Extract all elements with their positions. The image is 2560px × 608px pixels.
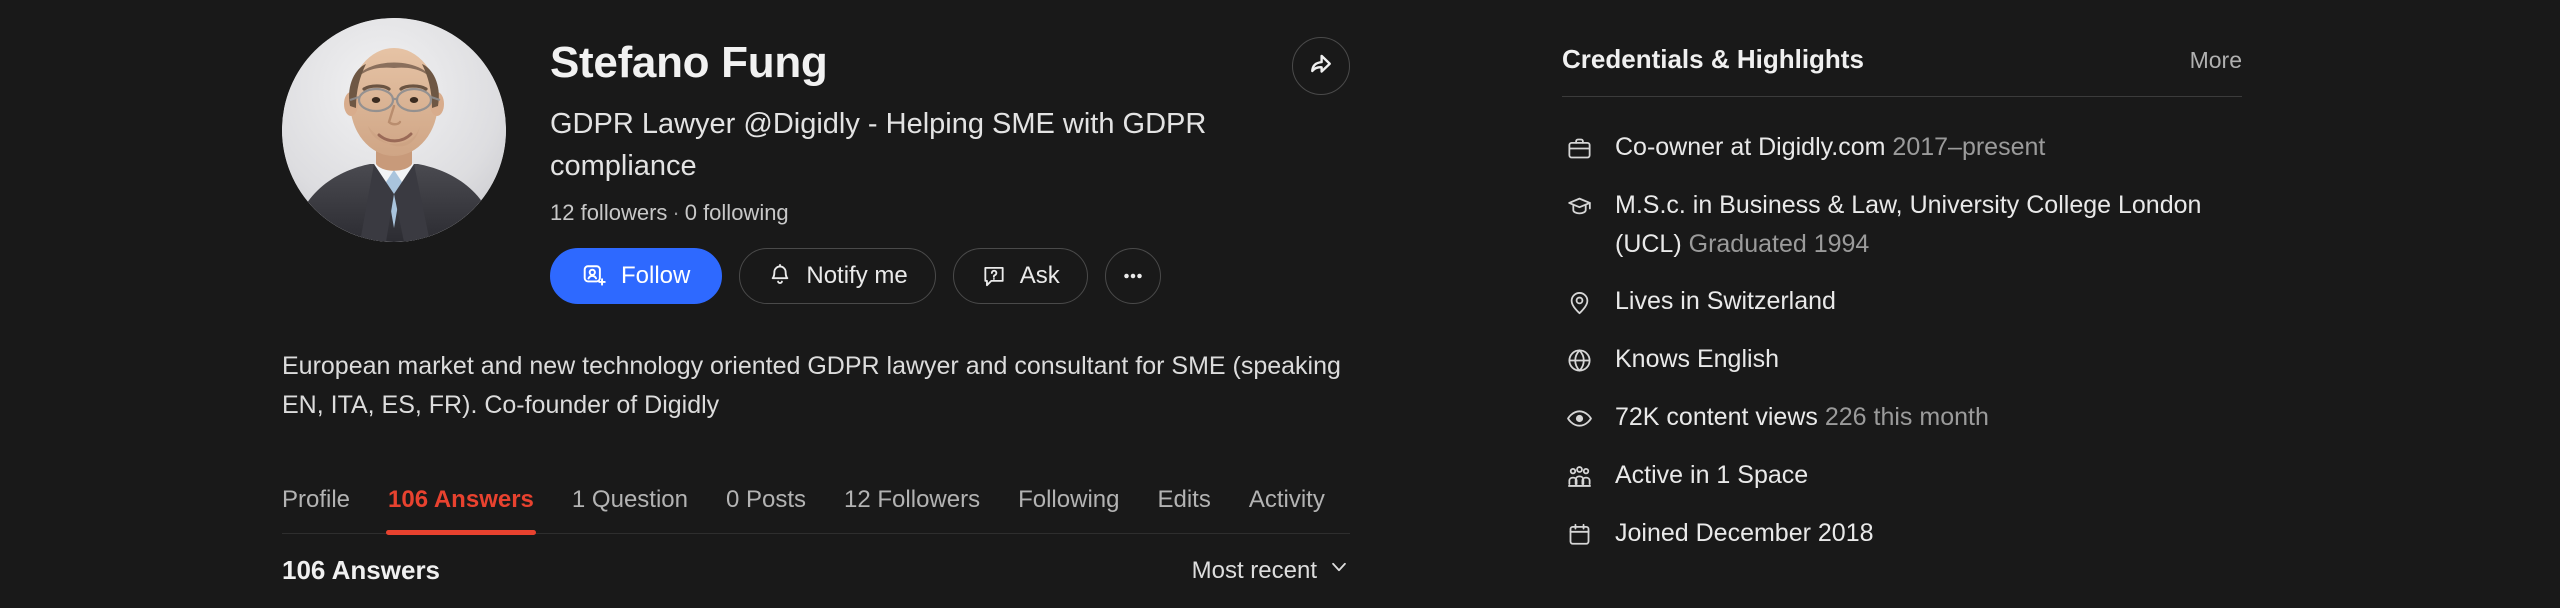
credential-text: Active in 1 Space: [1615, 456, 1808, 495]
notify-me-button-label: Notify me: [806, 262, 908, 289]
follow-button-label: Follow: [621, 262, 691, 289]
people-group-icon: [1562, 456, 1596, 496]
list-item[interactable]: Knows English: [1562, 331, 2262, 389]
tab-profile[interactable]: Profile: [282, 486, 350, 533]
credential-main: Active in 1 Space: [1615, 461, 1809, 489]
question-bubble-icon: [981, 263, 1007, 289]
main-column: Stefano Fung GDPR Lawyer @Digidly - Help…: [0, 0, 1560, 608]
credentials-sidebar: Credentials & Highlights More Co-owner a…: [1562, 0, 2560, 608]
credentials-divider: [1562, 96, 2242, 97]
tab-followers[interactable]: 12 Followers: [844, 486, 980, 533]
profile-header: Stefano Fung GDPR Lawyer @Digidly - Help…: [282, 18, 1382, 304]
person-add-icon: [582, 263, 608, 289]
page-title: Stefano Fung: [550, 38, 828, 87]
profile-bio: European market and new technology orien…: [282, 352, 1341, 419]
list-item[interactable]: M.S.c. in Business & Law, University Col…: [1562, 177, 2262, 273]
credential-main: Co-owner at Digidly.com: [1615, 133, 1886, 161]
credentials-title: Credentials & Highlights: [1562, 44, 1864, 74]
bell-icon: [767, 263, 793, 289]
followers-count[interactable]: 12 followers: [550, 200, 667, 225]
credential-text: Joined December 2018: [1615, 514, 1874, 553]
tab-activity[interactable]: Activity: [1249, 486, 1325, 533]
chevron-down-icon: [1328, 556, 1350, 585]
list-item[interactable]: Joined December 2018: [1562, 505, 2262, 563]
following-count[interactable]: 0 following: [685, 200, 789, 225]
list-item[interactable]: 72K content views 226 this month: [1562, 389, 2262, 447]
profile-headline: GDPR Lawyer @Digidly - Helping SME with …: [550, 108, 1207, 182]
credentials-more-button[interactable]: More: [2190, 47, 2242, 74]
eye-icon: [1562, 398, 1596, 438]
credential-text: Co-owner at Digidly.com 2017–present: [1615, 128, 2045, 167]
tab-answers[interactable]: 106 Answers: [386, 486, 536, 535]
credential-meta: 226 this month: [1824, 403, 1989, 431]
ellipsis-icon: [1120, 263, 1146, 289]
credential-main: Knows English: [1615, 345, 1779, 373]
follower-counts: 12 followers · 0 following: [550, 199, 1382, 227]
briefcase-icon: [1562, 128, 1596, 168]
follow-button[interactable]: Follow: [550, 248, 723, 304]
content-list-header: 106 Answers Most recent: [282, 555, 1350, 586]
profile-tabs: Profile 106 Answers 1 Question 0 Posts 1…: [282, 466, 1350, 535]
credential-main: Joined December 2018: [1615, 519, 1874, 547]
globe-icon: [1562, 340, 1596, 380]
action-buttons: Follow Notify me Ask: [550, 248, 1382, 304]
tab-following[interactable]: Following: [1018, 486, 1119, 533]
credentials-header: Credentials & Highlights More: [1562, 44, 2242, 75]
credential-main: 72K content views: [1615, 403, 1818, 431]
list-item[interactable]: Co-owner at Digidly.com 2017–present: [1562, 119, 2262, 177]
tab-questions[interactable]: 1 Question: [572, 486, 688, 533]
identity-row: Stefano Fung GDPR Lawyer @Digidly - Help…: [282, 18, 1382, 304]
share-arrow-icon: [1306, 49, 1336, 84]
credentials-list: Co-owner at Digidly.com 2017–present M.S…: [1562, 119, 2262, 563]
quora-profile-page: Stefano Fung GDPR Lawyer @Digidly - Help…: [0, 0, 2560, 608]
credential-meta: 2017–present: [1892, 133, 2046, 161]
list-item[interactable]: Active in 1 Space: [1562, 447, 2262, 505]
more-options-button[interactable]: [1104, 248, 1161, 304]
graduation-cap-icon: [1562, 186, 1596, 226]
avatar[interactable]: [282, 18, 506, 242]
identity-text: Stefano Fung GDPR Lawyer @Digidly - Help…: [550, 18, 1382, 304]
tab-edits[interactable]: Edits: [1157, 486, 1210, 533]
notify-me-button[interactable]: Notify me: [739, 248, 936, 304]
sort-dropdown[interactable]: Most recent: [1192, 556, 1350, 585]
count-separator: ·: [672, 200, 680, 225]
ask-button[interactable]: Ask: [952, 248, 1088, 304]
share-button[interactable]: [1292, 37, 1350, 95]
location-pin-icon: [1562, 282, 1596, 322]
credential-text: Lives in Switzerland: [1615, 282, 1836, 321]
profile-tabs-container: Profile 106 Answers 1 Question 0 Posts 1…: [282, 466, 1350, 535]
calendar-icon: [1562, 514, 1596, 554]
list-item[interactable]: Lives in Switzerland: [1562, 273, 2262, 331]
credential-main: Lives in Switzerland: [1615, 287, 1836, 315]
credential-text: Knows English: [1615, 340, 1779, 379]
credential-text: 72K content views 226 this month: [1615, 398, 1989, 437]
ask-button-label: Ask: [1019, 262, 1060, 289]
credential-text: M.S.c. in Business & Law, University Col…: [1615, 186, 2255, 264]
sort-dropdown-label: Most recent: [1191, 556, 1317, 584]
answers-count-title: 106 Answers: [282, 555, 441, 585]
credential-meta: Graduated 1994: [1688, 230, 1870, 258]
tab-posts[interactable]: 0 Posts: [726, 486, 806, 533]
